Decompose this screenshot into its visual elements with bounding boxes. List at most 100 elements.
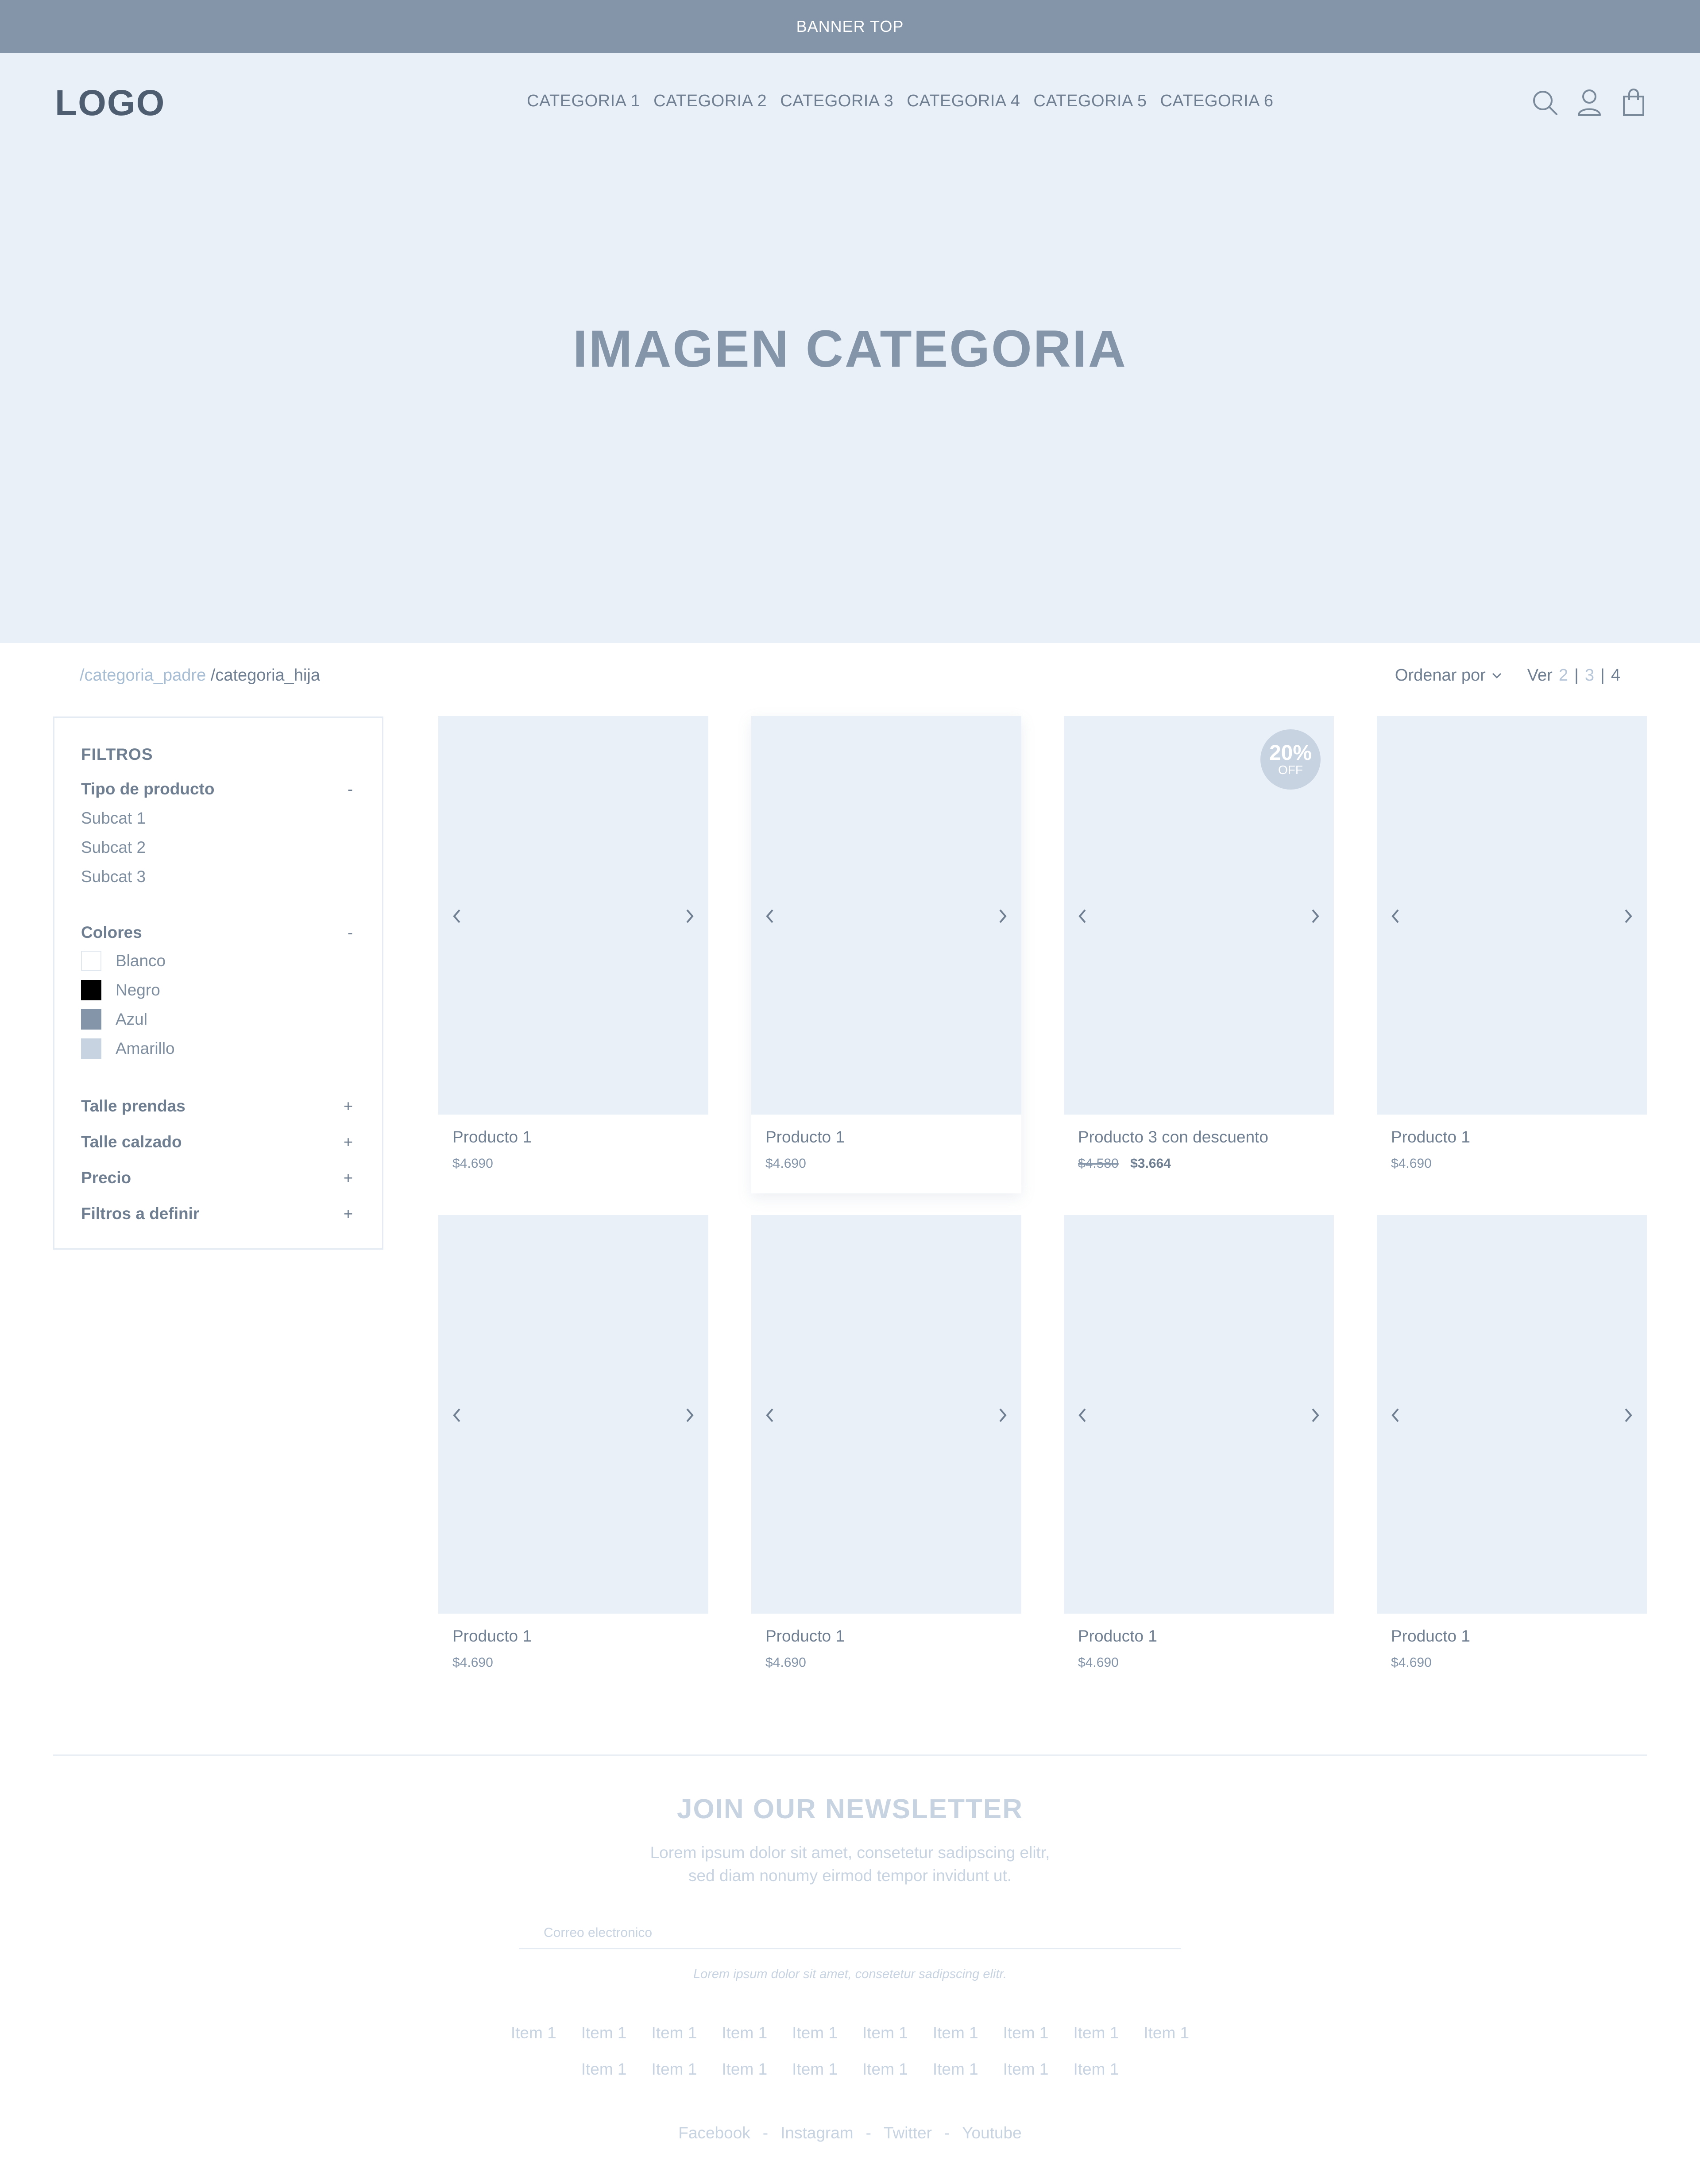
footer-link[interactable]: Item 1 [1073,2060,1119,2079]
chevron-right-icon[interactable] [681,1403,699,1428]
filters-panel: FILTROS Tipo de producto - Subcat 1 Subc… [53,716,383,1250]
nav-item-categoria-4[interactable]: CATEGORIA 4 [907,92,1020,111]
footer-link[interactable]: Item 1 [722,2060,767,2079]
chevron-right-icon[interactable] [1306,904,1324,929]
nav-item-categoria-5[interactable]: CATEGORIA 5 [1033,92,1147,111]
chevron-right-icon[interactable] [1306,1403,1324,1428]
user-icon[interactable] [1575,88,1603,118]
footer-link[interactable]: Item 1 [792,2024,838,2042]
top-banner[interactable]: BANNER TOP [0,0,1700,53]
product-card[interactable]: 20% OFF Producto 3 con descuento $4.580 … [1064,716,1334,1171]
product-image[interactable] [438,716,708,1115]
breadcrumb-parent[interactable]: /categoria_padre [80,666,206,685]
product-card[interactable]: Producto 1 $4.690 [1064,1215,1334,1670]
product-card[interactable]: Producto 1 $4.690 [751,716,1021,1193]
product-name[interactable]: Producto 1 [1078,1627,1334,1646]
chevron-right-icon[interactable] [994,1403,1012,1428]
expand-toggle[interactable]: + [344,1169,355,1187]
product-name[interactable]: Producto 1 [1391,1627,1647,1646]
chevron-right-icon[interactable] [1619,904,1637,929]
nav-item-categoria-3[interactable]: CATEGORIA 3 [780,92,893,111]
social-link-twitter[interactable]: Twitter [884,2124,932,2142]
search-icon[interactable] [1531,88,1559,118]
nav-item-categoria-6[interactable]: CATEGORIA 6 [1160,92,1273,111]
product-name[interactable]: Producto 1 [1391,1128,1647,1146]
product-name[interactable]: Producto 1 [452,1627,708,1646]
nav-item-categoria-2[interactable]: CATEGORIA 2 [653,92,767,111]
footer-link[interactable]: Item 1 [1144,2024,1189,2042]
footer-link[interactable]: Item 1 [1073,2024,1119,2042]
product-card[interactable]: Producto 1 $4.690 [438,716,708,1171]
newsletter-email-input[interactable] [519,1917,1181,1949]
product-card[interactable]: Producto 1 $4.690 [1377,1215,1647,1670]
filter-header-colores[interactable]: Colores - [81,923,355,942]
chevron-right-icon[interactable] [1619,1403,1637,1428]
view-option-4[interactable]: 4 [1611,666,1620,685]
footer-link[interactable]: Item 1 [581,2024,627,2042]
footer-link[interactable]: Item 1 [792,2060,838,2079]
product-image[interactable] [751,1215,1021,1614]
chevron-left-icon[interactable] [761,1403,779,1428]
footer-link[interactable]: Item 1 [862,2060,908,2079]
social-link-youtube[interactable]: Youtube [962,2124,1021,2142]
color-option-amarillo[interactable]: Amarillo [81,1038,355,1059]
footer-link[interactable]: Item 1 [581,2060,627,2079]
product-name[interactable]: Producto 1 [765,1128,1021,1146]
product-image[interactable] [1064,1215,1334,1614]
view-option-2[interactable]: 2 [1559,666,1568,685]
footer-link[interactable]: Item 1 [862,2024,908,2042]
color-option-negro[interactable]: Negro [81,980,355,1000]
footer-link[interactable]: Item 1 [933,2024,978,2042]
filter-precio[interactable]: Precio + [81,1169,355,1187]
chevron-right-icon[interactable] [994,904,1012,929]
view-option-3[interactable]: 3 [1585,666,1594,685]
chevron-left-icon[interactable] [1387,904,1404,929]
filter-talle-prendas[interactable]: Talle prendas + [81,1097,355,1115]
product-card[interactable]: Producto 1 $4.690 [1377,716,1647,1171]
nav-item-categoria-1[interactable]: CATEGORIA 1 [527,92,640,111]
filter-option-subcat[interactable]: Subcat 1 [81,809,355,828]
footer-link[interactable]: Item 1 [652,2060,697,2079]
product-name[interactable]: Producto 1 [452,1128,708,1146]
bag-icon[interactable] [1619,88,1648,118]
sort-dropdown[interactable]: Ordenar por [1395,666,1503,685]
sort-label: Ordenar por [1395,666,1486,685]
filter-a-definir[interactable]: Filtros a definir + [81,1204,355,1223]
social-link-facebook[interactable]: Facebook [678,2124,750,2142]
collapse-toggle[interactable]: - [348,780,355,798]
product-card[interactable]: Producto 1 $4.690 [751,1215,1021,1670]
product-name[interactable]: Producto 3 con descuento [1078,1128,1334,1146]
expand-toggle[interactable]: + [344,1204,355,1223]
color-option-blanco[interactable]: Blanco [81,951,355,971]
chevron-left-icon[interactable] [761,904,779,929]
logo[interactable]: LOGO [55,82,165,124]
chevron-left-icon[interactable] [448,904,466,929]
chevron-right-icon[interactable] [681,904,699,929]
filter-talle-calzado[interactable]: Talle calzado + [81,1133,355,1151]
product-name[interactable]: Producto 1 [765,1627,1021,1646]
product-image[interactable] [751,716,1021,1115]
footer-link[interactable]: Item 1 [1003,2024,1049,2042]
filter-header-tipo[interactable]: Tipo de producto - [81,780,355,798]
chevron-left-icon[interactable] [1387,1403,1404,1428]
product-image[interactable] [1377,716,1647,1115]
chevron-left-icon[interactable] [1074,1403,1091,1428]
expand-toggle[interactable]: + [344,1097,355,1115]
footer-link[interactable]: Item 1 [511,2024,556,2042]
footer-link[interactable]: Item 1 [1003,2060,1049,2079]
filter-option-subcat[interactable]: Subcat 3 [81,867,355,886]
footer-link[interactable]: Item 1 [652,2024,697,2042]
product-card[interactable]: Producto 1 $4.690 [438,1215,708,1670]
collapse-toggle[interactable]: - [348,923,355,942]
chevron-left-icon[interactable] [448,1403,466,1428]
color-option-azul[interactable]: Azul [81,1009,355,1030]
footer-link[interactable]: Item 1 [722,2024,767,2042]
footer-link[interactable]: Item 1 [933,2060,978,2079]
expand-toggle[interactable]: + [344,1133,355,1151]
product-image[interactable] [438,1215,708,1614]
filter-option-subcat[interactable]: Subcat 2 [81,838,355,857]
product-image[interactable] [1377,1215,1647,1614]
chevron-left-icon[interactable] [1074,904,1091,929]
product-image[interactable]: 20% OFF [1064,716,1334,1115]
social-link-instagram[interactable]: Instagram [780,2124,854,2142]
